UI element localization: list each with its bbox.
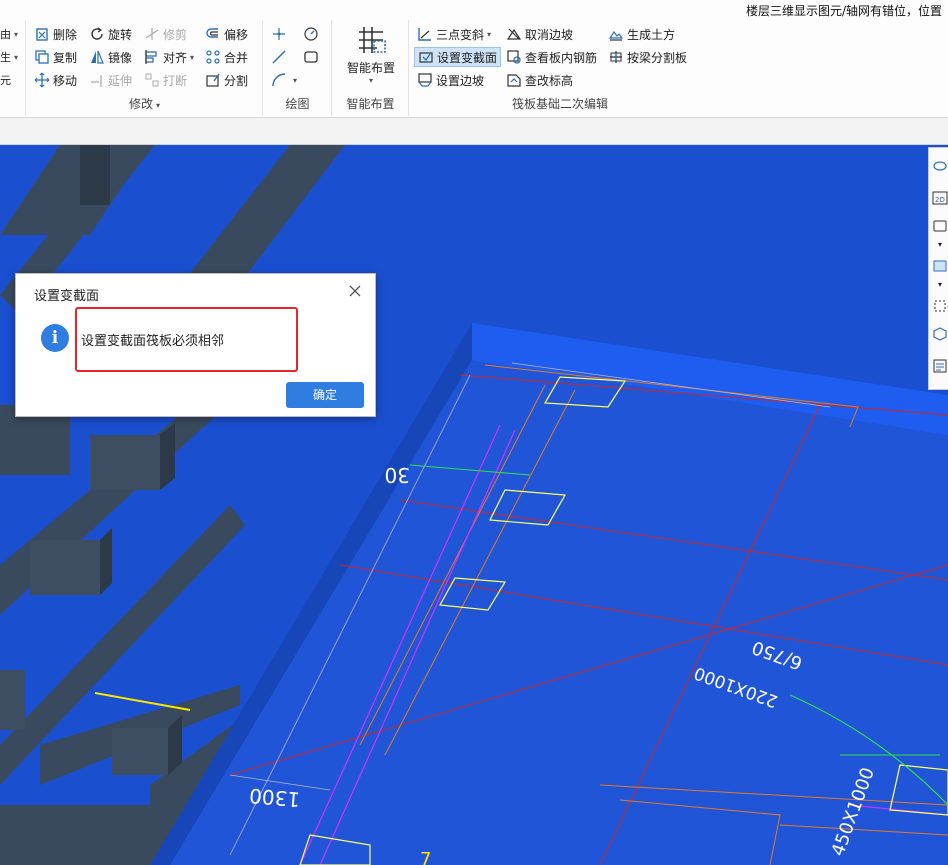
rotate-icon (89, 26, 105, 42)
line-icon (271, 49, 287, 65)
smart-placement-button[interactable]: 智能布置 ▾ (337, 22, 405, 90)
extend-button[interactable]: 延伸 (89, 70, 132, 90)
view-rebar-button[interactable]: 查看板内钢筋 (506, 47, 597, 67)
merge-button[interactable]: 合并 (205, 47, 248, 67)
rectangle-icon (303, 49, 319, 65)
display-dropdown-icon[interactable]: ▾ (932, 280, 948, 296)
copy-button[interactable]: 复制 (34, 47, 77, 67)
cube-view-icon[interactable] (932, 326, 948, 342)
cancel-slope-button[interactable]: 取消边坡 (506, 24, 573, 44)
ribbon: 楼层三维显示图元/轴网有错位，位置 由 ▾ 生 ▾ 元 删除 旋转 修剪 偏移 复制 (0, 0, 948, 118)
partial-group: 由 ▾ 生 ▾ 元 (0, 20, 26, 116)
break-icon (144, 72, 160, 88)
raft-group-label: 筏板基础二次编辑 (511, 97, 608, 111)
align-icon (144, 49, 160, 65)
arc-icon (271, 72, 287, 88)
column-1 (90, 435, 160, 490)
rotate-point-button[interactable] (303, 24, 322, 44)
split-button[interactable]: 分割 (205, 70, 248, 90)
edit-elevation-icon (506, 72, 522, 88)
split-icon (205, 72, 221, 88)
secondary-toolbar (0, 118, 948, 145)
set-slope-button[interactable]: 设置边坡 (417, 70, 484, 90)
gauge-icon (303, 26, 319, 42)
three-point-slope-icon (417, 26, 433, 42)
line-draw-button[interactable] (271, 47, 290, 67)
column-4 (0, 670, 25, 730)
view-toolbar: 2D ▾ ▾ (928, 147, 948, 390)
extend-icon (89, 72, 105, 88)
message-dialog: 设置变截面 i 设置变截面筏板必须相邻 确定 (15, 273, 376, 417)
close-icon[interactable] (347, 283, 363, 299)
grid-placement-icon (355, 24, 387, 56)
edit-elevation-button[interactable]: 查改标高 (506, 70, 573, 90)
partial-cmd-1[interactable]: 由 ▾ (0, 24, 18, 44)
crosshair-icon (271, 26, 287, 42)
mirror-icon (89, 49, 105, 65)
set-slope-icon (417, 72, 433, 88)
view-2d-icon[interactable]: 2D (932, 190, 948, 206)
align-button[interactable]: 对齐 ▾ (144, 47, 194, 67)
split-by-beam-icon (608, 49, 624, 65)
delete-button[interactable]: 删除 (34, 24, 77, 44)
info-icon: i (41, 324, 69, 352)
rotate-button[interactable]: 旋转 (89, 24, 132, 44)
draw-group-label: 绘图 (285, 97, 310, 111)
break-button[interactable]: 打断 (144, 70, 187, 90)
partial-cmd-3[interactable]: 元 (0, 70, 11, 90)
view-dropdown-icon[interactable]: ▾ (932, 240, 948, 256)
dim-label-30: 30 (385, 463, 410, 487)
mirror-button[interactable]: 镜像 (89, 47, 132, 67)
delete-icon (34, 26, 50, 42)
arc-draw-button[interactable]: ▾ (271, 70, 297, 90)
clip-box-icon[interactable] (932, 298, 948, 314)
modify-group: 删除 旋转 修剪 偏移 复制 镜像 对齐 ▾ 合并 移动 延伸 打断 分割 修改… (27, 20, 263, 116)
svg-text:2D: 2D (935, 196, 945, 204)
dialog-title: 设置变截面 (34, 289, 100, 304)
viewport-scene: 30 1300 6/750 220X1000 450X1000 7 (0, 145, 948, 865)
dim-label-7: 7 (420, 849, 431, 865)
modify-group-label[interactable]: 修改 ▾ (27, 95, 262, 112)
three-point-slope-button[interactable]: 三点变斜 ▾ (417, 24, 491, 44)
properties-icon[interactable] (932, 358, 948, 374)
trim-button[interactable]: 修剪 (144, 24, 187, 44)
move-icon (34, 72, 50, 88)
dim-label-1300: 1300 (248, 783, 301, 811)
trim-icon (144, 26, 160, 42)
smart-group-label: 智能布置 (346, 97, 395, 111)
raft-edit-group: 三点变斜▾ 取消边坡 生成土方 设置变截面 查看板内钢筋 按梁分割板 设置边坡 (410, 20, 710, 116)
set-variable-section-button[interactable]: 设置变截面 (414, 47, 502, 67)
view-mode-icon[interactable] (932, 218, 948, 234)
cancel-slope-icon (506, 26, 522, 42)
merge-icon (205, 49, 221, 65)
generate-earthwork-button[interactable]: 生成土方 (608, 24, 675, 44)
3d-viewport[interactable]: 30 1300 6/750 220X1000 450X1000 7 (0, 145, 948, 865)
status-notice: 楼层三维显示图元/轴网有错位，位置 (745, 4, 942, 18)
display-mode-icon[interactable] (932, 258, 948, 274)
point-draw-button[interactable] (271, 24, 290, 44)
earthwork-icon (608, 26, 624, 42)
ok-button[interactable]: 确定 (286, 382, 364, 408)
beam-foot (0, 805, 160, 865)
variable-section-icon (418, 49, 434, 65)
split-by-beam-button[interactable]: 按梁分割板 (608, 47, 687, 67)
copy-icon (34, 49, 50, 65)
column-2 (30, 540, 100, 595)
column-top (80, 145, 110, 205)
smart-placement-group: 智能布置 ▾ 智能布置 (333, 20, 409, 116)
view-rebar-icon (506, 49, 522, 65)
dialog-message: 设置变截面筏板必须相邻 (81, 334, 225, 349)
move-button[interactable]: 移动 (34, 70, 77, 90)
partial-cmd-2[interactable]: 生 ▾ (0, 47, 18, 67)
column-3 (112, 728, 168, 775)
offset-icon (205, 26, 221, 42)
rect-draw-button[interactable] (303, 47, 322, 67)
offset-button[interactable]: 偏移 (205, 24, 248, 44)
orbit-icon[interactable] (932, 158, 948, 174)
draw-group: ▾ 绘图 (264, 20, 332, 116)
